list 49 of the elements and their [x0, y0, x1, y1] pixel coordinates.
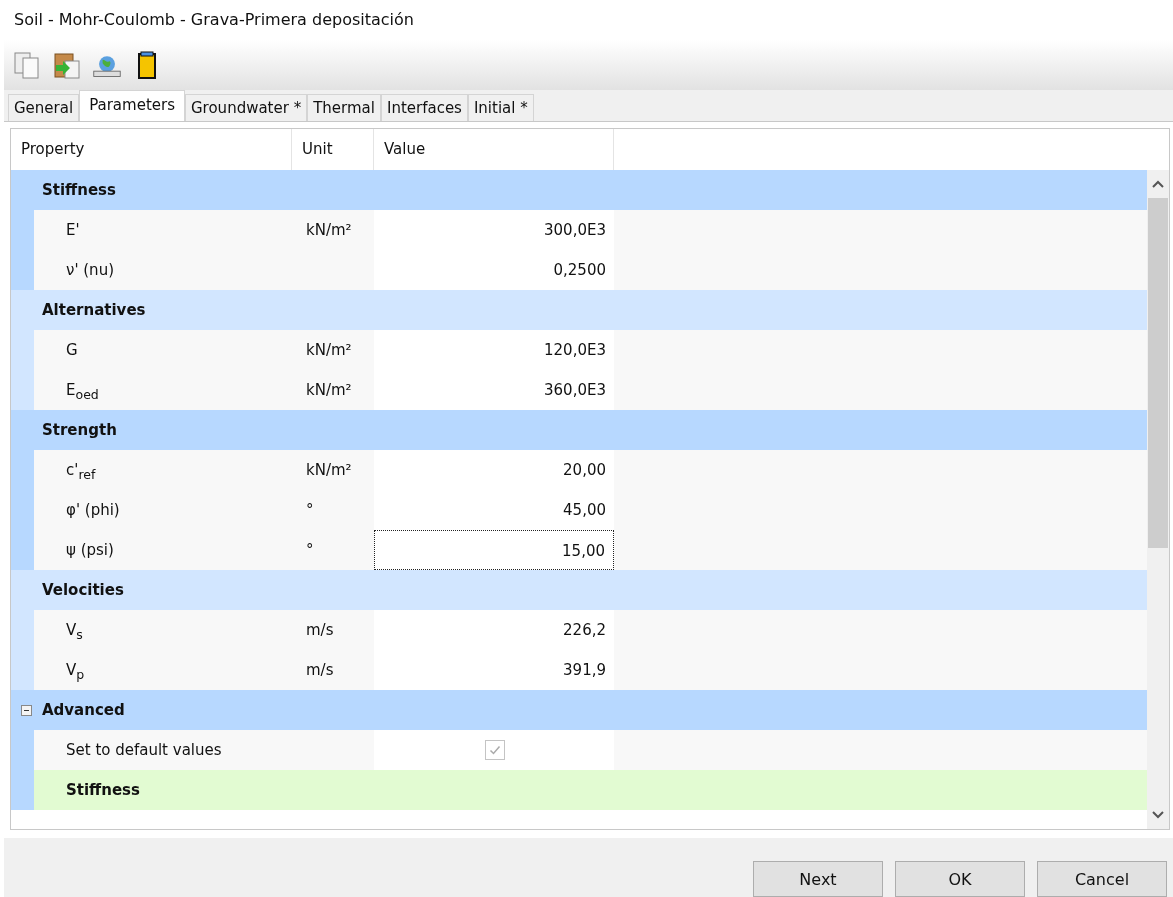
scroll-down-icon[interactable]	[1152, 811, 1164, 819]
tab[interactable]: Initial *	[467, 94, 534, 121]
scrollbar-thumb[interactable]	[1148, 198, 1168, 548]
property-name: V$_{p}$	[65, 660, 86, 684]
paste-icon[interactable]	[52, 50, 82, 80]
property-name: E'	[65, 220, 81, 241]
value-cell[interactable]: 300,0E3	[374, 210, 614, 250]
scroll-up-icon[interactable]	[1152, 180, 1164, 188]
property-name: c'$_{ref}$	[65, 460, 97, 484]
unit-cell-text: kN/m²	[305, 220, 353, 241]
tab[interactable]: Groundwater *	[185, 94, 308, 121]
property-name: ψ (psi)	[65, 540, 115, 561]
value-cell[interactable]: 45,00	[374, 490, 614, 530]
tab[interactable]: Interfaces	[380, 94, 468, 121]
property-name: E$_{oed}$	[65, 380, 100, 404]
group-title: Velocities	[42, 581, 124, 599]
group-title: Alternatives	[42, 301, 146, 319]
property-name: Set to default values	[65, 740, 223, 761]
subgroup-title: Stiffness	[66, 781, 140, 799]
unit-cell-text: °	[305, 540, 315, 561]
unit-cell-text: °	[305, 500, 315, 521]
property-name: ν' (nu)	[65, 260, 115, 281]
value-cell[interactable]: 0,2500	[374, 250, 614, 290]
value-cell[interactable]: 391,9	[374, 650, 614, 690]
property-name: G	[65, 340, 79, 361]
dialog-button[interactable]: OK	[895, 861, 1025, 897]
unit-cell-text: kN/m²	[305, 380, 353, 401]
tab[interactable]: Parameters	[79, 90, 185, 121]
value-cell[interactable]: 360,0E3	[374, 370, 614, 410]
unit-cell-text: kN/m²	[305, 460, 353, 481]
scrollbar[interactable]	[1147, 170, 1169, 829]
property-name: φ' (phi)	[65, 500, 121, 521]
unit-cell-text: kN/m²	[305, 340, 353, 361]
group-title: Strength	[42, 421, 117, 439]
unit-cell-text: m/s	[305, 660, 335, 681]
property-name: V$_{s}$	[65, 620, 84, 644]
group-title: Advanced	[42, 701, 125, 719]
window-title: Soil - Mohr-Coulomb - Grava-Primera depositación	[13, 9, 415, 31]
dialog-button[interactable]: Next	[753, 861, 883, 897]
dialog-button[interactable]: Cancel	[1037, 861, 1167, 897]
value-cell[interactable]: 15,00	[374, 530, 614, 570]
value-cell[interactable]: 226,2	[374, 610, 614, 650]
tab[interactable]: Thermal	[307, 94, 381, 121]
tab[interactable]: General	[8, 94, 80, 121]
value-cell[interactable]: 120,0E3	[374, 330, 614, 370]
group-title: Stiffness	[42, 181, 116, 199]
unit-cell-text: m/s	[305, 620, 335, 641]
value-cell[interactable]: 20,00	[374, 450, 614, 490]
collapse-icon[interactable]	[21, 704, 32, 716]
